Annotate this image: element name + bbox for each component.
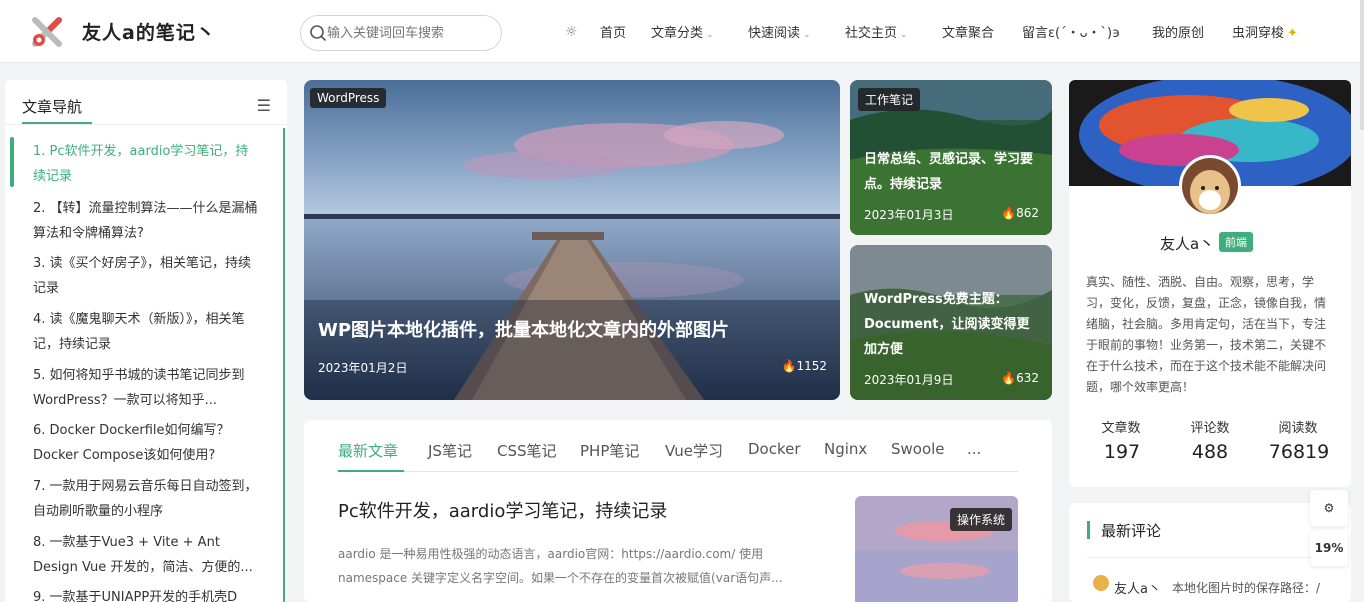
view-count: 🔥632	[1001, 371, 1039, 385]
search-box[interactable]	[300, 15, 502, 51]
site-title[interactable]: 友人a的笔记丶	[82, 18, 216, 45]
nav-categories[interactable]: 文章分类 ⌄	[651, 22, 714, 41]
view-count: 🔥1152	[781, 359, 828, 373]
post-date: 2023年01月9日	[864, 373, 954, 387]
comment-text[interactable]: 本地化图片时的保存路径：/	[1172, 579, 1320, 596]
toc-item[interactable]: 3. 读《买个好房子》，相关笔记，持续记录	[33, 251, 261, 301]
author-bio: 真实、随性、洒脱、自由。观察，思考，学习，变化，反馈，复盘，正念，镜像自我，情绪…	[1086, 275, 1327, 394]
post-title[interactable]: Pc软件开发，aardio学习笔记，持续记录	[338, 497, 667, 523]
scroll-progress-button[interactable]: 19%	[1310, 530, 1348, 566]
category-tag[interactable]: WordPress	[310, 88, 387, 108]
stat-value: 197	[1103, 441, 1141, 463]
nav-social[interactable]: 社交主页 ⌄	[845, 22, 908, 41]
comments-heading: 最新评论	[1101, 522, 1162, 540]
tab-nginx[interactable]: Nginx	[824, 440, 867, 458]
nav-original[interactable]: 我的原创	[1152, 22, 1204, 41]
stat-value: 488	[1191, 441, 1229, 463]
top-header: 友人a的笔记丶 ☼ 首页 文章分类⌄ 快速阅读⌄ 社交主页⌄ 文章聚合 留言ε(…	[0, 0, 1364, 63]
fire-icon: 🔥	[781, 359, 797, 373]
search-input[interactable]	[327, 23, 495, 43]
theme-toggle-sun-icon[interactable]: ☼	[565, 24, 578, 40]
side-post-title[interactable]: WordPress免费主题：Document，让阅读变得更加方便	[864, 287, 1042, 362]
chevron-down-icon: ⌄	[706, 30, 714, 40]
divider	[5, 124, 287, 125]
section-accent-bar	[1087, 521, 1090, 539]
featured-post-card[interactable]: WordPress WP图片本地化插件，批量本地化文章内的外部图片 2023年0…	[304, 80, 840, 400]
toc-item[interactable]: 5. 如何将知乎书城的读书笔记同步到WordPress？一款可以将知乎...	[33, 363, 261, 413]
toc-progress-rail	[283, 128, 285, 602]
toc-item[interactable]: 9. 一款基于UNIAPP开发的手机壳D	[33, 585, 261, 602]
chevron-down-icon: ⌄	[900, 30, 908, 40]
category-tag[interactable]: 操作系统	[949, 508, 1012, 531]
avatar-image	[1182, 158, 1238, 214]
nav-home[interactable]: 首页	[600, 22, 626, 41]
category-tabs: 最新文章 JS笔记 CSS笔记 PHP笔记 Vue学习 Docker Nginx…	[338, 436, 1018, 472]
toc-heading: 文章导航	[22, 98, 83, 116]
avatar[interactable]	[1179, 155, 1241, 217]
toc-item[interactable]: 2. 【转】流量控制算法——什么是漏桶算法和令牌桶算法?	[33, 196, 261, 246]
active-tab-underline	[338, 470, 404, 472]
side-post-card[interactable]: WordPress免费主题：Document，让阅读变得更加方便 2023年01…	[850, 245, 1052, 400]
divider	[1087, 557, 1333, 558]
tab-docker[interactable]: Docker	[748, 440, 801, 458]
tab-js[interactable]: JS笔记	[428, 440, 472, 461]
post-excerpt: aardio 是一种易用性极强的动态语言，aardio官网：https://aa…	[338, 547, 783, 585]
commenter-avatar[interactable]	[1093, 575, 1109, 591]
page-scrollbar[interactable]	[1360, 0, 1364, 130]
toc-item[interactable]: 4. 读《魔鬼聊天术（新版）》，相关笔记，持续记录	[33, 307, 261, 357]
post-list-panel: 最新文章 JS笔记 CSS笔记 PHP笔记 Vue学习 Docker Nginx…	[304, 420, 1052, 602]
nav-wormhole[interactable]: 虫洞穿梭 ✦	[1232, 22, 1298, 41]
toc-active-indicator	[10, 137, 14, 187]
side-post-card[interactable]: 工作笔记 日常总结、灵感记录、学习要点。持续记录 2023年01月3日 🔥862	[850, 80, 1052, 235]
featured-post-title[interactable]: WP图片本地化插件，批量本地化文章内的外部图片	[318, 316, 729, 342]
commenter-name[interactable]: 友人a丶	[1114, 578, 1161, 597]
toc-item[interactable]: 6. Docker Dockerfile如何编写？Docker Compose该…	[33, 418, 261, 468]
author-profile-card: 友人a丶 前端 真实、随性、洒脱、自由。观察，思考，学习，变化，反馈，复盘，正念…	[1069, 80, 1351, 487]
tab-vue[interactable]: Vue学习	[665, 440, 723, 461]
toc-item[interactable]: 8. 一款基于Vue3 + Vite + Ant Design Vue 开发的，…	[33, 530, 261, 580]
tab-css[interactable]: CSS笔记	[497, 440, 557, 461]
gear-icon: ⚙	[1323, 501, 1335, 515]
view-count: 🔥862	[1001, 206, 1039, 220]
stat-label: 阅读数	[1278, 421, 1318, 436]
menu-icon[interactable]: ☰	[257, 96, 271, 115]
post-date: 2023年01月3日	[864, 208, 954, 222]
stat-label: 评论数	[1190, 421, 1230, 436]
toc-item[interactable]: 1. Pc软件开发，aardio学习笔记，持续记录	[33, 139, 261, 189]
post-thumbnail[interactable]: 操作系统	[855, 496, 1018, 602]
search-icon	[310, 25, 327, 42]
nav-aggregation[interactable]: 文章聚合	[942, 22, 994, 41]
author-name: 友人a丶	[1160, 235, 1215, 253]
tab-latest[interactable]: 最新文章	[338, 440, 398, 461]
wormhole-icon: ✦	[1287, 26, 1298, 41]
chevron-down-icon: ⌄	[803, 30, 811, 40]
fire-icon: 🔥	[1001, 371, 1017, 385]
tab-more[interactable]: ...	[967, 440, 981, 458]
nav-guestbook[interactable]: 留言ε(´・ᴗ・`)϶	[1022, 22, 1120, 41]
settings-button[interactable]: ⚙	[1310, 490, 1348, 526]
stat-value: 76819	[1268, 441, 1330, 463]
side-post-title[interactable]: 日常总结、灵感记录、学习要点。持续记录	[864, 147, 1042, 197]
toc-item[interactable]: 7. 一款用于网易云音乐每日自动签到，自动刷听歌量的小程序	[33, 474, 261, 524]
tab-php[interactable]: PHP笔记	[580, 440, 639, 461]
fire-icon: 🔥	[1001, 206, 1017, 220]
latest-comments-panel: 最新评论 友人a丶 本地化图片时的保存路径：/	[1069, 503, 1351, 602]
role-badge: 前端	[1219, 232, 1253, 252]
site-logo-icon[interactable]	[30, 15, 64, 49]
article-toc-panel: 文章导航 ☰ 1. Pc软件开发，aardio学习笔记，持续记录 2. 【转】流…	[5, 80, 287, 602]
nav-quick-read[interactable]: 快速阅读 ⌄	[748, 22, 811, 41]
stat-label: 文章数	[1101, 421, 1141, 436]
featured-post-image	[304, 80, 840, 400]
tab-swoole[interactable]: Swoole	[891, 440, 945, 458]
category-tag[interactable]: 工作笔记	[858, 88, 921, 111]
post-date: 2023年01月2日	[318, 361, 408, 375]
